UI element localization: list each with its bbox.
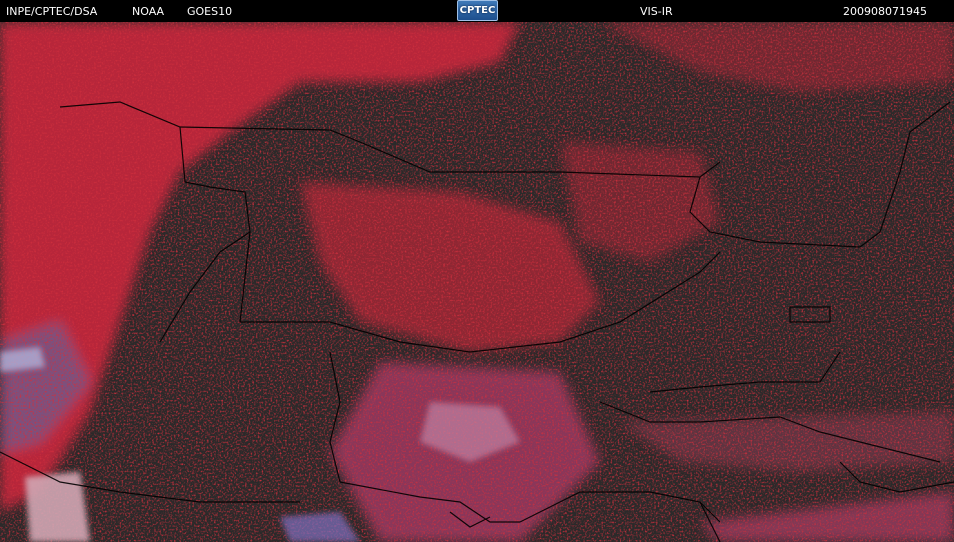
satellite-image [0,22,954,542]
timestamp-label: 200908071945 [843,5,927,18]
agency-label: INPE/CPTEC/DSA [6,5,98,18]
source-label: NOAA [132,5,165,18]
cloud-speckle [0,22,954,542]
cptec-logo: CPTEC [457,0,498,21]
satellite-label: GOES10 [187,5,233,18]
header-bar: INPE/CPTEC/DSA NOAA GOES10 CPTEC VIS-IR … [0,0,954,22]
channel-label: VIS-IR [640,5,673,18]
logo-text: CPTEC [459,5,496,16]
